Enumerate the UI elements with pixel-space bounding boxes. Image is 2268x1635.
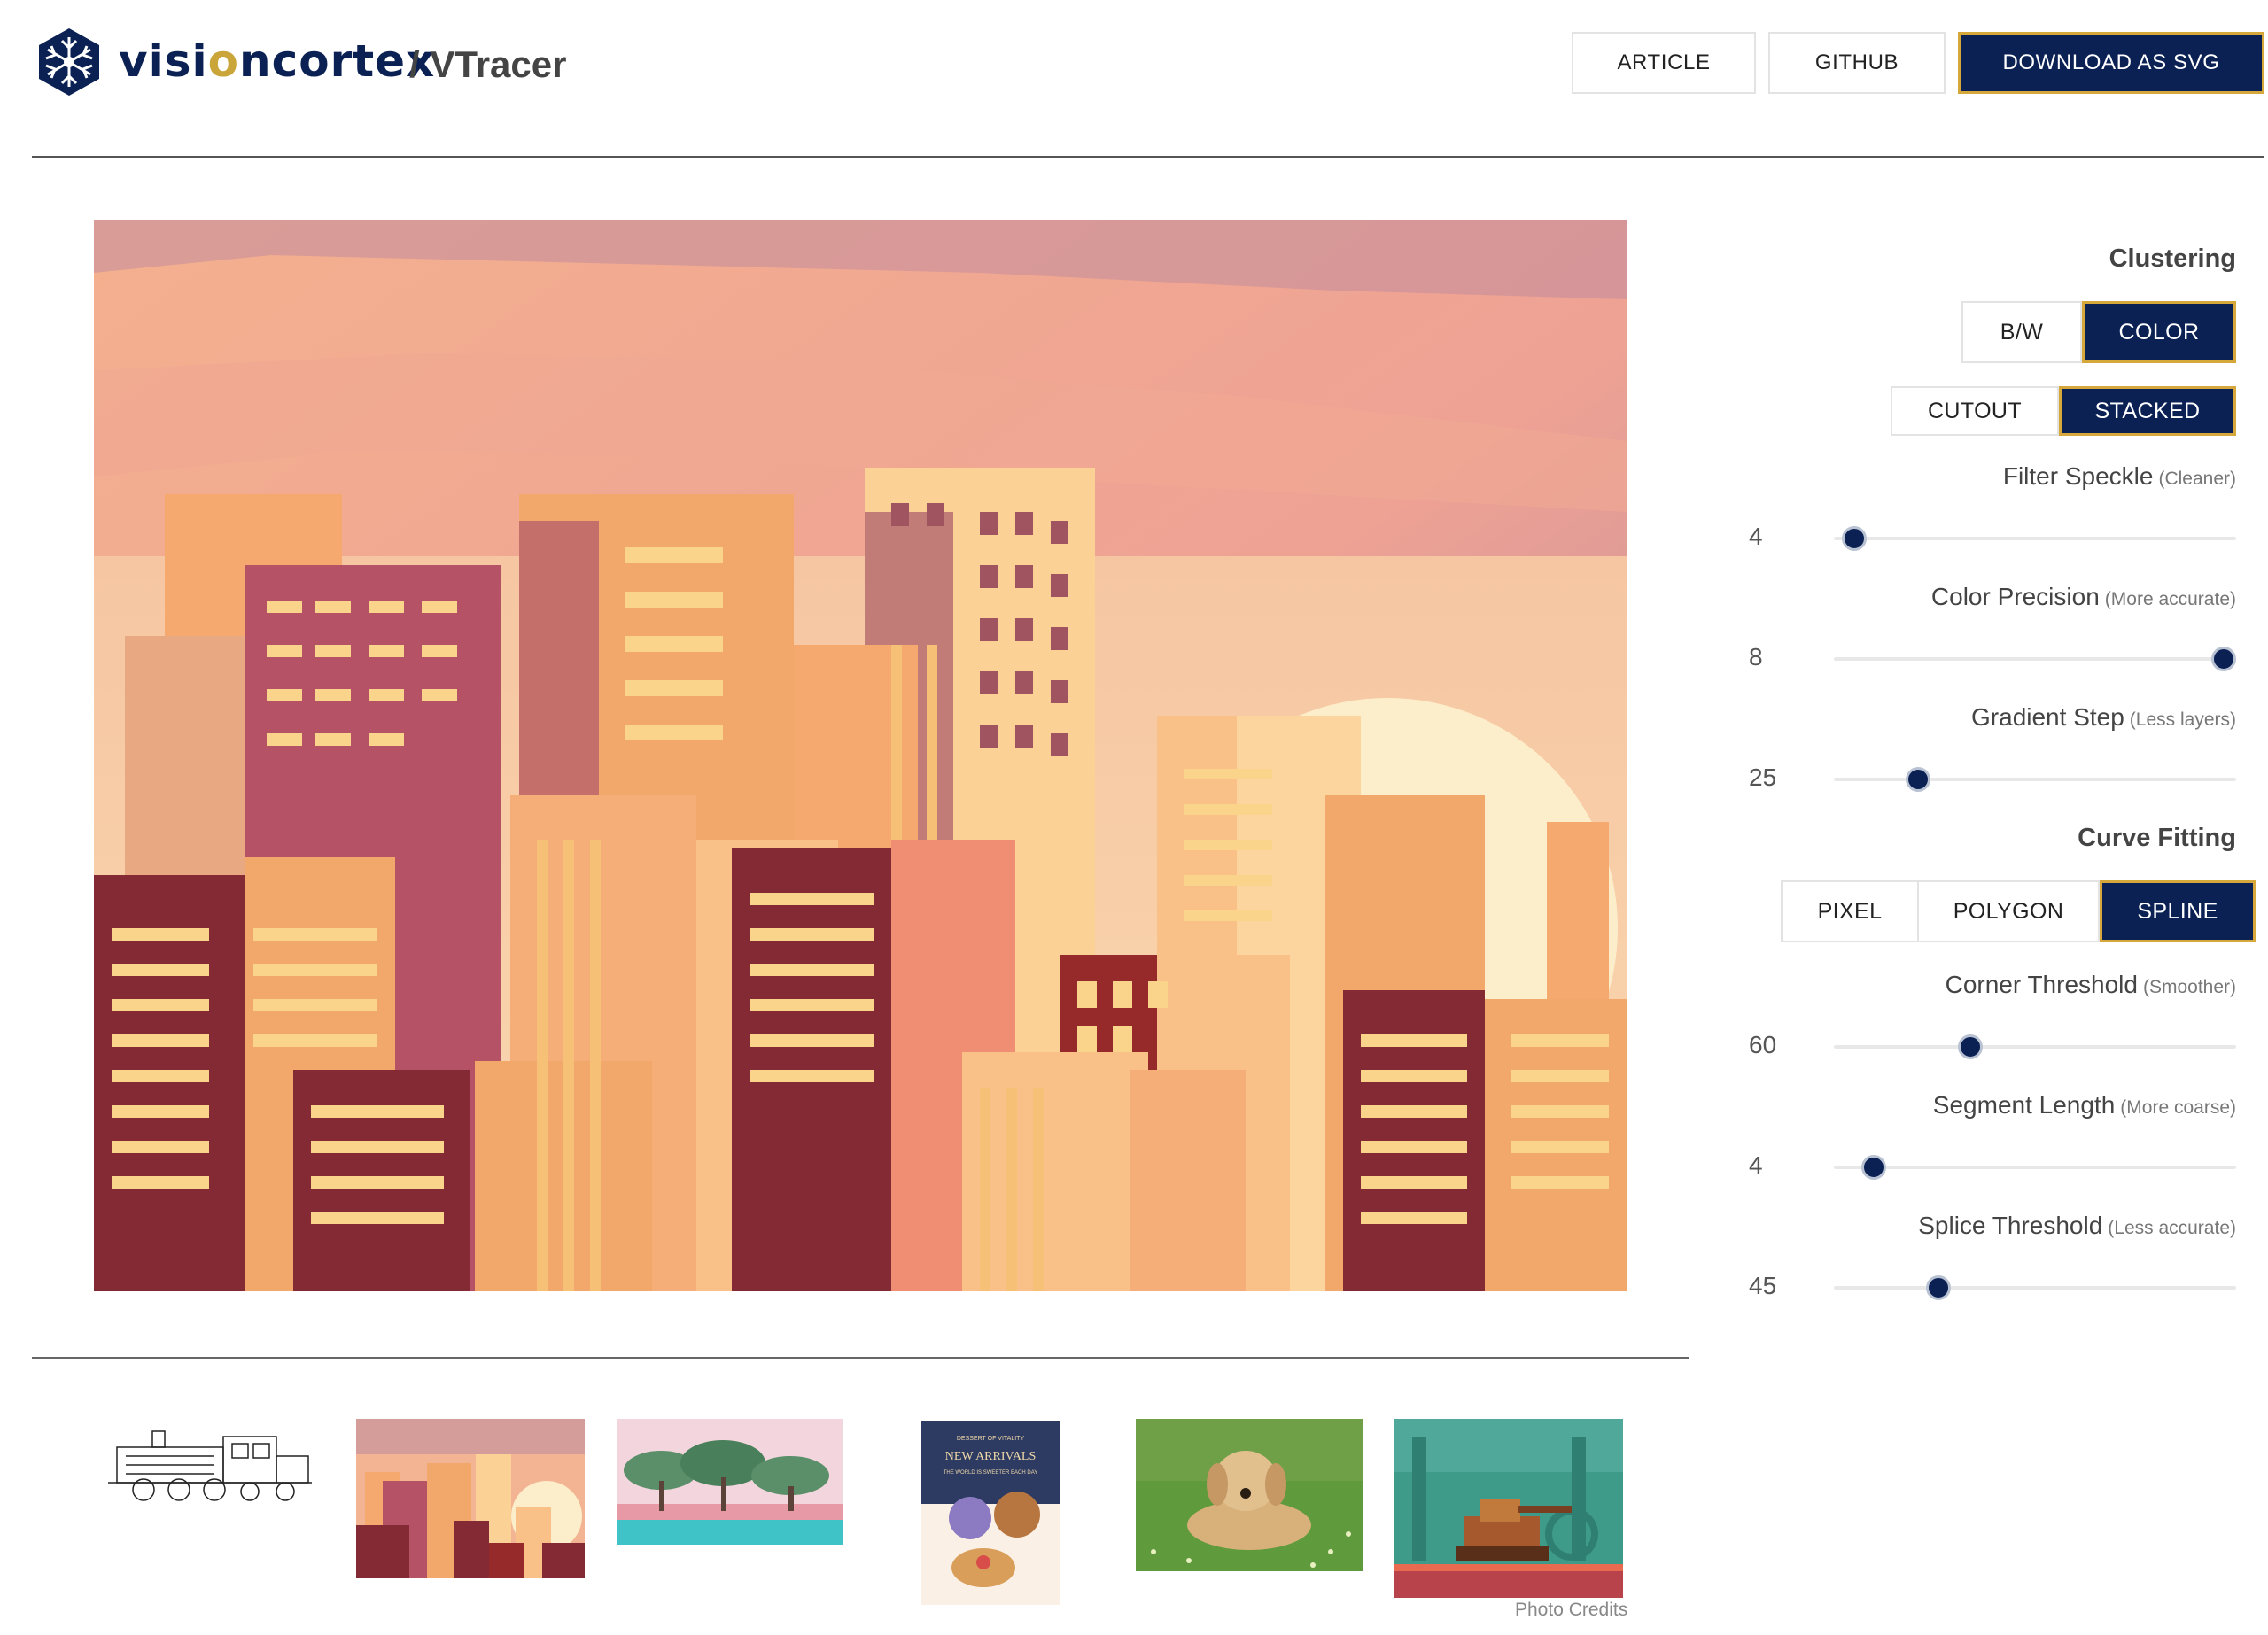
gradient-step-slider[interactable] [1834, 767, 2236, 792]
corner-threshold-slider[interactable] [1834, 1034, 2236, 1059]
slider-thumb[interactable] [1841, 526, 1867, 551]
segment-length-label: Segment Length (More coarse) [1932, 1091, 2236, 1119]
clustering-title: Clustering [2109, 244, 2236, 273]
slider-thumb[interactable] [2211, 647, 2237, 671]
github-button[interactable]: GITHUB [1768, 32, 1946, 94]
gallery-item-trees-lake[interactable] [617, 1419, 843, 1545]
filter-speckle-value: 4 [1749, 523, 1763, 550]
color-precision-value: 8 [1749, 643, 1763, 670]
header-divider [32, 156, 2264, 158]
segment-length-slider[interactable] [1834, 1155, 2236, 1180]
corner-threshold-label: Corner Threshold (Smoother) [1945, 971, 2236, 998]
slider-thumb[interactable] [1958, 1034, 1984, 1059]
vectorized-image-canvas[interactable] [94, 220, 1627, 1291]
splice-threshold-value: 45 [1749, 1272, 1777, 1299]
cutout-option[interactable]: CUTOUT [1891, 386, 2059, 436]
spline-option[interactable]: SPLINE [2100, 880, 2256, 942]
slider-thumb[interactable] [1861, 1155, 1887, 1180]
gradient-step-value: 25 [1749, 763, 1777, 791]
stacked-option[interactable]: STACKED [2059, 386, 2236, 436]
photo-credits-link[interactable]: Photo Credits [1515, 1600, 1627, 1621]
poster-title: NEW ARRIVALS [945, 1450, 1037, 1463]
gallery-divider [32, 1357, 1689, 1359]
download-svg-button[interactable]: DOWNLOAD AS SVG [1958, 32, 2264, 94]
gradient-step-label: Gradient Step (Less layers) [1971, 703, 2236, 731]
product-name: / VTracer [409, 43, 567, 85]
color-precision-label: Color Precision (More accurate) [1930, 583, 2236, 610]
poster-line1: DESSERT OF VITALITY [957, 1436, 1025, 1442]
brand-o: o [207, 35, 239, 87]
bw-option[interactable]: B/W [1961, 301, 2082, 363]
gallery-item-pixel-art-tank[interactable] [1394, 1419, 1623, 1598]
snowflake-logo-icon [35, 27, 103, 97]
splice-threshold-slider[interactable] [1834, 1275, 2236, 1300]
gallery-item-dog-grass[interactable] [1136, 1419, 1363, 1571]
brand-name[interactable]: visioncortex [119, 35, 435, 87]
color-option[interactable]: COLOR [2082, 301, 2236, 363]
slider-thumb[interactable] [1926, 1275, 1952, 1300]
article-button[interactable]: ARTICLE [1572, 32, 1756, 94]
polygon-option[interactable]: POLYGON [1919, 880, 2100, 942]
hierarchy-toggle[interactable]: CUTOUT STACKED [1891, 386, 2236, 436]
segment-length-value: 4 [1749, 1151, 1763, 1179]
filter-speckle-label: Filter Speckle (Cleaner) [2002, 462, 2236, 490]
color-precision-slider[interactable] [1834, 647, 2237, 671]
filter-speckle-slider[interactable] [1834, 526, 2236, 551]
splice-threshold-label: Splice Threshold (Less accurate) [1918, 1212, 2236, 1239]
corner-threshold-value: 60 [1749, 1031, 1777, 1058]
curve-fitting-title: Curve Fitting [2078, 824, 2236, 852]
curve-mode-toggle[interactable]: PIXEL POLYGON SPLINE [1781, 880, 2256, 942]
pixel-option[interactable]: PIXEL [1781, 880, 1919, 942]
color-mode-toggle[interactable]: B/W COLOR [1961, 301, 2236, 363]
poster-line2: THE WORLD IS SWEETER EACH DAY [944, 1470, 1038, 1476]
gallery-item-new-arrivals-poster[interactable]: DESSERT OF VITALITY NEW ARRIVALS THE WOR… [921, 1421, 1060, 1605]
gallery-item-city-sunset[interactable] [356, 1419, 585, 1578]
slider-thumb[interactable] [1906, 767, 1931, 792]
gallery-item-train-sketch[interactable] [99, 1421, 321, 1515]
